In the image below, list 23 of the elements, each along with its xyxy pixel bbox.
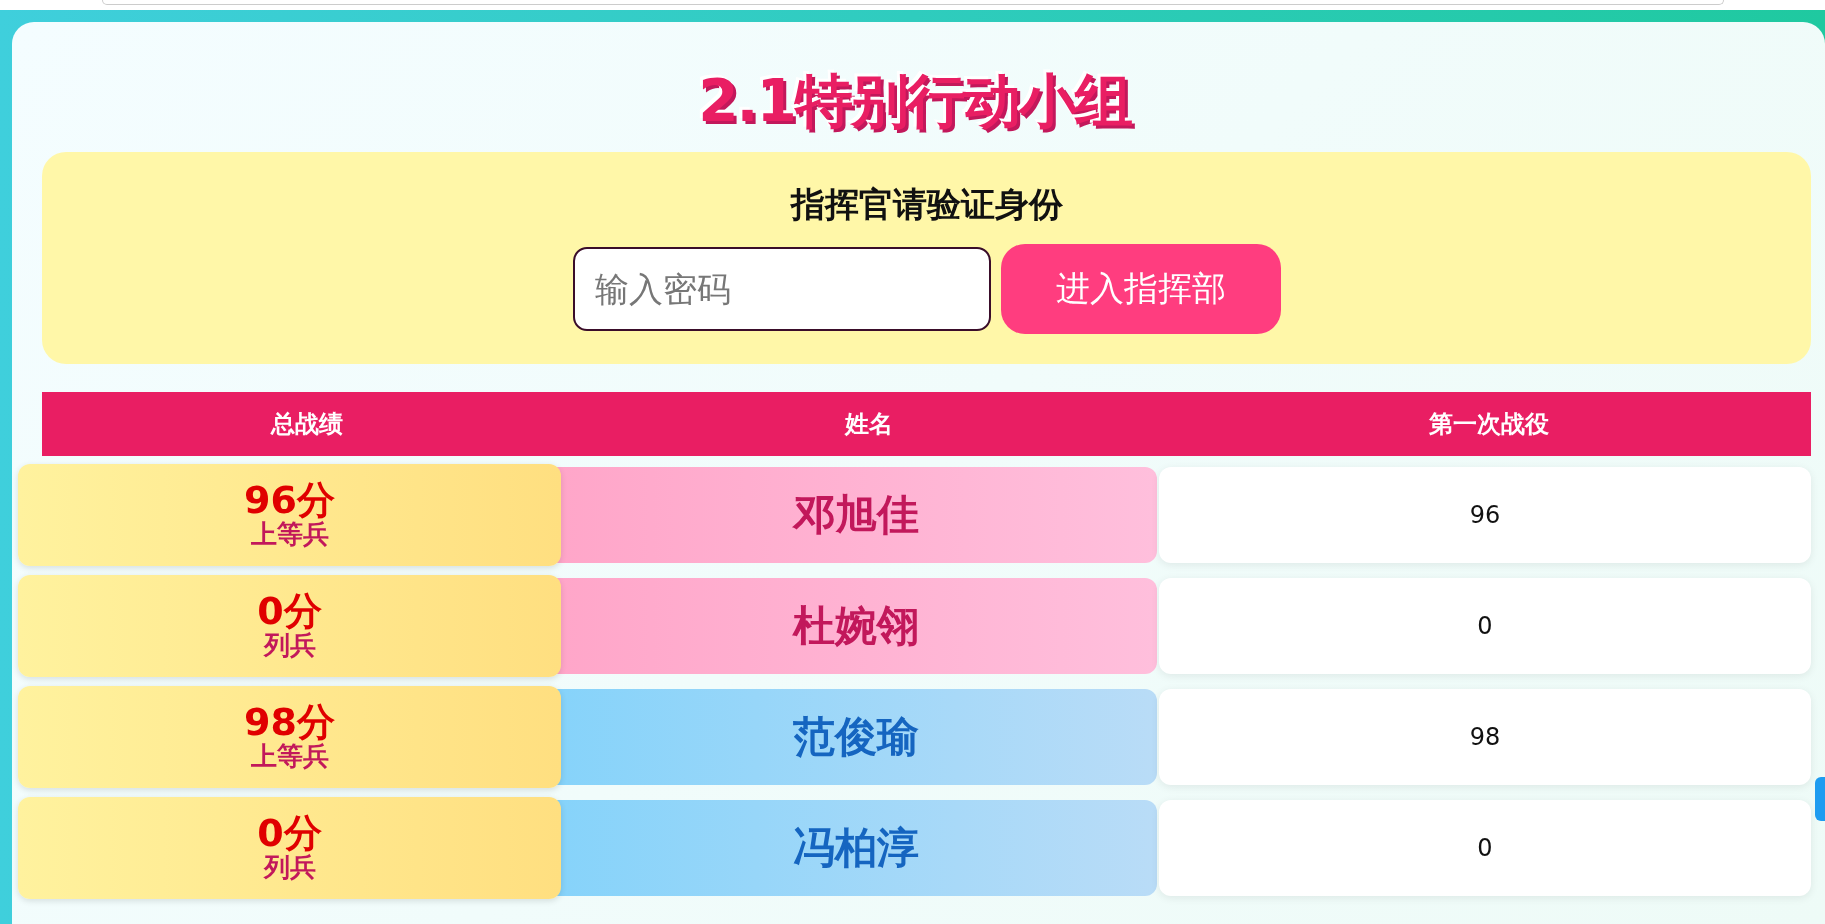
rank-text: 列兵 <box>263 853 316 883</box>
column-header: 总战绩 <box>269 408 344 440</box>
name-text: 邓旭佳 <box>793 488 919 541</box>
rank-text: 上等兵 <box>250 520 329 550</box>
table-cell: 98 <box>1159 688 1811 785</box>
password-field[interactable]: 输入密码 <box>572 246 991 331</box>
login-heading: 指挥官请验证身份 <box>790 182 1063 226</box>
name-text: 杜婉翎 <box>793 599 919 652</box>
table-cell: 0 <box>1159 577 1811 674</box>
enter-button[interactable]: 进入指挥部 <box>1000 243 1281 334</box>
rank-text: 列兵 <box>263 631 316 661</box>
column-header: 第一次战役 <box>1427 408 1550 440</box>
column-header: 姓名 <box>843 408 894 440</box>
table-cell: 0 <box>1159 799 1811 896</box>
page-title: 2.1特别行动小组 <box>698 70 1131 134</box>
score-text: 0分 <box>257 813 322 854</box>
score-text: 0分 <box>257 591 322 632</box>
name-text: 范俊瑜 <box>793 710 919 763</box>
rank-text: 上等兵 <box>250 742 329 772</box>
name-text: 冯柏淳 <box>793 821 919 874</box>
table-cell: 96 <box>1159 466 1811 563</box>
score-text: 98分 <box>244 702 335 743</box>
score-text: 96分 <box>244 480 335 521</box>
